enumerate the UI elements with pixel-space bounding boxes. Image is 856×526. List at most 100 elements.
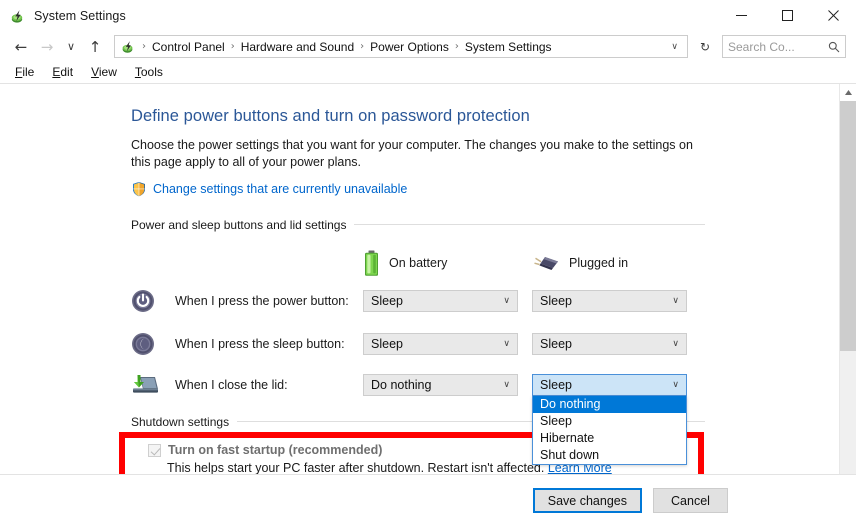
column-header-on-battery: On battery (363, 250, 532, 277)
power-button-plugged-in-cell: Sleep ∨ (532, 289, 701, 312)
breadcrumb-separator-1: › (230, 41, 235, 52)
power-button-icon-cell (131, 289, 175, 313)
power-button-icon (131, 289, 155, 313)
close-lid-row-label: When I close the lid: (175, 378, 288, 392)
menu-item-file-rest: ile (22, 65, 35, 79)
close-lid-plugged-in-value: Sleep (540, 378, 572, 392)
change-settings-row: Change settings that are currently unava… (131, 181, 839, 197)
close-lid-on-battery-cell: Do nothing ∨ (363, 374, 532, 396)
battery-icon (363, 250, 380, 277)
power-button-on-battery-dropdown[interactable]: Sleep ∨ (363, 289, 518, 312)
fast-startup-help-text: This helps start your PC faster after sh… (167, 461, 545, 474)
navigation-bar: ← → ∨ ↑ › Control Panel › Hardware and S… (0, 31, 856, 62)
fast-startup-row: Turn on fast startup (recommended) (148, 443, 839, 457)
search-box[interactable]: Search Co... (722, 35, 846, 58)
chevron-down-icon: ∨ (503, 295, 510, 306)
breadcrumb-separator-0: › (142, 41, 146, 52)
address-bar[interactable]: › Control Panel › Hardware and Sound › P… (114, 35, 688, 58)
power-group-header: Power and sleep buttons and lid settings (131, 216, 705, 234)
menu-item-tools[interactable]: Tools (126, 62, 172, 83)
breadcrumb-separator-3: › (454, 41, 459, 52)
window-controls (718, 0, 856, 31)
menu-item-edit-rest: dit (60, 65, 74, 79)
chevron-down-icon: ∨ (672, 295, 679, 306)
title-bar: System Settings (0, 0, 856, 31)
dropdown-option-sleep[interactable]: Sleep (533, 413, 686, 430)
menu-item-view[interactable]: View (82, 62, 126, 83)
close-lid-plugged-in-cell: Sleep ∨ Do nothing Sleep Hibernate Shut … (532, 374, 701, 465)
sleep-button-plugged-in-value: Sleep (540, 336, 572, 351)
breadcrumb-item-control-panel[interactable]: Control Panel (150, 40, 227, 54)
fast-startup-help: This helps start your PC faster after sh… (167, 461, 839, 474)
on-battery-label: On battery (389, 256, 448, 270)
column-header-plugged-in: Plugged in (532, 254, 701, 272)
power-button-row-label: When I press the power button: (175, 293, 349, 308)
power-button-plugged-in-value: Sleep (540, 293, 572, 308)
breadcrumb-item-power-options[interactable]: Power Options (368, 40, 451, 54)
setting-row-sleep-button: When I press the sleep button: Sleep ∨ S… (131, 322, 839, 365)
fast-startup-checkbox[interactable] (148, 443, 161, 457)
breadcrumb: › Control Panel › Hardware and Sound › P… (138, 40, 666, 54)
sleep-button-row-label: When I press the sleep button: (175, 336, 345, 351)
forward-button[interactable]: → (34, 35, 60, 59)
scroll-up-arrow-icon[interactable] (840, 84, 856, 101)
save-changes-button[interactable]: Save changes (532, 488, 642, 513)
power-group-label: Power and sleep buttons and lid settings (131, 218, 355, 232)
power-button-on-battery-value: Sleep (371, 293, 403, 308)
sleep-button-plugged-in-cell: Sleep ∨ (532, 332, 701, 355)
sleep-button-icon-cell (131, 332, 175, 356)
close-lid-plugged-in-dropdown[interactable]: Sleep ∨ (532, 374, 687, 396)
plugged-in-label: Plugged in (569, 256, 629, 270)
page-description: Choose the power settings that you want … (131, 138, 693, 169)
address-chevron-down-icon[interactable]: ∨ (666, 42, 683, 52)
chevron-down-icon: ∨ (672, 338, 679, 349)
footer-button-bar: Save changes Cancel (0, 474, 856, 526)
close-button[interactable] (810, 0, 856, 31)
chevron-down-icon: ∨ (672, 380, 679, 390)
close-lid-on-battery-dropdown[interactable]: Do nothing ∨ (363, 374, 518, 396)
fast-startup-label: Turn on fast startup (recommended) (168, 443, 383, 457)
laptop-lid-icon (131, 374, 159, 396)
cancel-button[interactable]: Cancel (653, 488, 728, 513)
page-title: Define power buttons and turn on passwor… (131, 107, 530, 125)
sleep-button-plugged-in-dropdown[interactable]: Sleep ∨ (532, 332, 687, 355)
power-button-plugged-in-dropdown[interactable]: Sleep ∨ (532, 289, 687, 312)
scrollbar-track[interactable] (840, 101, 856, 474)
scrollbar-thumb[interactable] (840, 101, 856, 351)
change-unavailable-settings-link[interactable]: Change settings that are currently unava… (153, 182, 407, 196)
dropdown-option-hibernate[interactable]: Hibernate (533, 430, 686, 447)
sleep-button-on-battery-value: Sleep (371, 336, 403, 351)
up-button[interactable]: ↑ (82, 35, 108, 59)
search-icon (828, 41, 840, 53)
refresh-icon[interactable]: ↻ (694, 35, 716, 58)
lid-icon-cell (131, 374, 175, 396)
search-input[interactable]: Search Co... (728, 40, 828, 54)
recent-locations-chevron-down-icon[interactable]: ∨ (60, 35, 82, 59)
dropdown-option-shut-down[interactable]: Shut down (533, 447, 686, 464)
menu-bar: File Edit View Tools (0, 62, 856, 83)
breadcrumb-item-system-settings[interactable]: System Settings (463, 40, 554, 54)
content-area: Define power buttons and turn on passwor… (0, 83, 856, 474)
close-lid-dropdown-options: Do nothing Sleep Hibernate Shut down (532, 396, 687, 465)
settings-page: Define power buttons and turn on passwor… (0, 84, 839, 474)
setting-row-power-button: When I press the power button: Sleep ∨ S… (131, 279, 839, 322)
setting-row-close-lid: When I close the lid: Do nothing ∨ Sleep… (131, 365, 839, 465)
minimize-button[interactable] (718, 0, 764, 31)
shutdown-group-label: Shutdown settings (131, 415, 238, 429)
back-button[interactable]: ← (8, 35, 34, 59)
menu-item-edit[interactable]: Edit (43, 62, 82, 83)
plug-icon (534, 254, 560, 272)
column-headers: On battery Plugged in (131, 247, 839, 279)
sleep-button-icon (131, 332, 155, 356)
breadcrumb-item-hardware-and-sound[interactable]: Hardware and Sound (239, 40, 356, 54)
maximize-button[interactable] (764, 0, 810, 31)
vertical-scrollbar[interactable] (839, 84, 856, 474)
menu-item-view-rest: iew (98, 65, 117, 79)
dropdown-option-do-nothing[interactable]: Do nothing (533, 396, 686, 413)
menu-item-file[interactable]: File (6, 62, 43, 83)
address-bar-power-icon (120, 39, 135, 54)
chevron-down-icon: ∨ (503, 338, 510, 349)
chevron-down-icon: ∨ (503, 380, 510, 390)
window-title: System Settings (34, 8, 126, 23)
sleep-button-on-battery-dropdown[interactable]: Sleep ∨ (363, 332, 518, 355)
